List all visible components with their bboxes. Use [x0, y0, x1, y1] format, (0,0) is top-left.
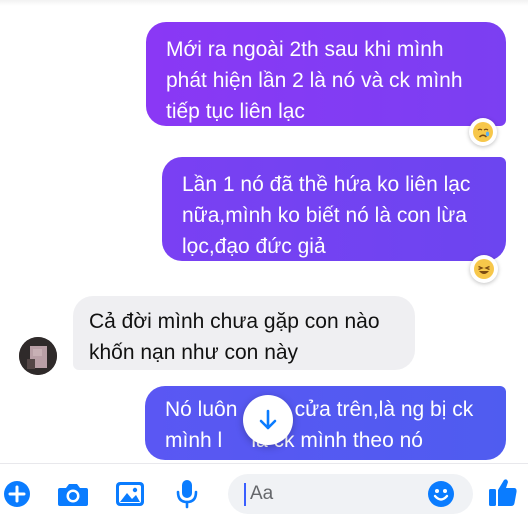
- message-input-placeholder: Aa: [250, 483, 274, 504]
- arrow-down-icon: [259, 409, 277, 430]
- outgoing-message-bubble[interactable]: Nó luôn là cửa trên,là ng bị ck mình l l…: [145, 386, 506, 460]
- laughing-emoji-icon: [474, 259, 494, 279]
- message-text: Lần 1 nó đã thề hứa ko liên lạc nữa,mình…: [182, 173, 471, 258]
- gallery-icon[interactable]: [115, 481, 145, 512]
- message-text: Mới ra ngoài 2th sau khi mình phát hiện …: [166, 38, 463, 123]
- laughing-emoji-reaction[interactable]: [470, 255, 498, 283]
- outgoing-message-bubble[interactable]: Lần 1 nó đã thề hứa ko liên lạc nữa,mình…: [162, 157, 506, 261]
- text-cursor: [244, 483, 246, 506]
- contact-avatar[interactable]: [19, 337, 57, 375]
- camera-icon[interactable]: [57, 481, 89, 512]
- message-text: Nó luôn là cửa trên,là ng bị ck mình l l…: [165, 398, 480, 452]
- outgoing-message-bubble[interactable]: Mới ra ngoài 2th sau khi mình phát hiện …: [146, 22, 506, 126]
- crying-emoji-reaction[interactable]: [469, 118, 497, 146]
- plus-icon[interactable]: [3, 480, 31, 513]
- microphone-icon[interactable]: [176, 479, 198, 514]
- incoming-message-bubble[interactable]: Cả đời mình chưa gặp con nào khốn nạn nh…: [73, 296, 415, 370]
- top-edge: [0, 0, 528, 6]
- thumbs-up-icon[interactable]: [487, 476, 519, 513]
- emoji-icon[interactable]: [427, 480, 455, 513]
- message-text: Cả đời mình chưa gặp con nào khốn nạn nh…: [89, 310, 380, 364]
- crying-emoji-icon: [473, 122, 493, 142]
- scroll-to-bottom-button[interactable]: [243, 395, 293, 445]
